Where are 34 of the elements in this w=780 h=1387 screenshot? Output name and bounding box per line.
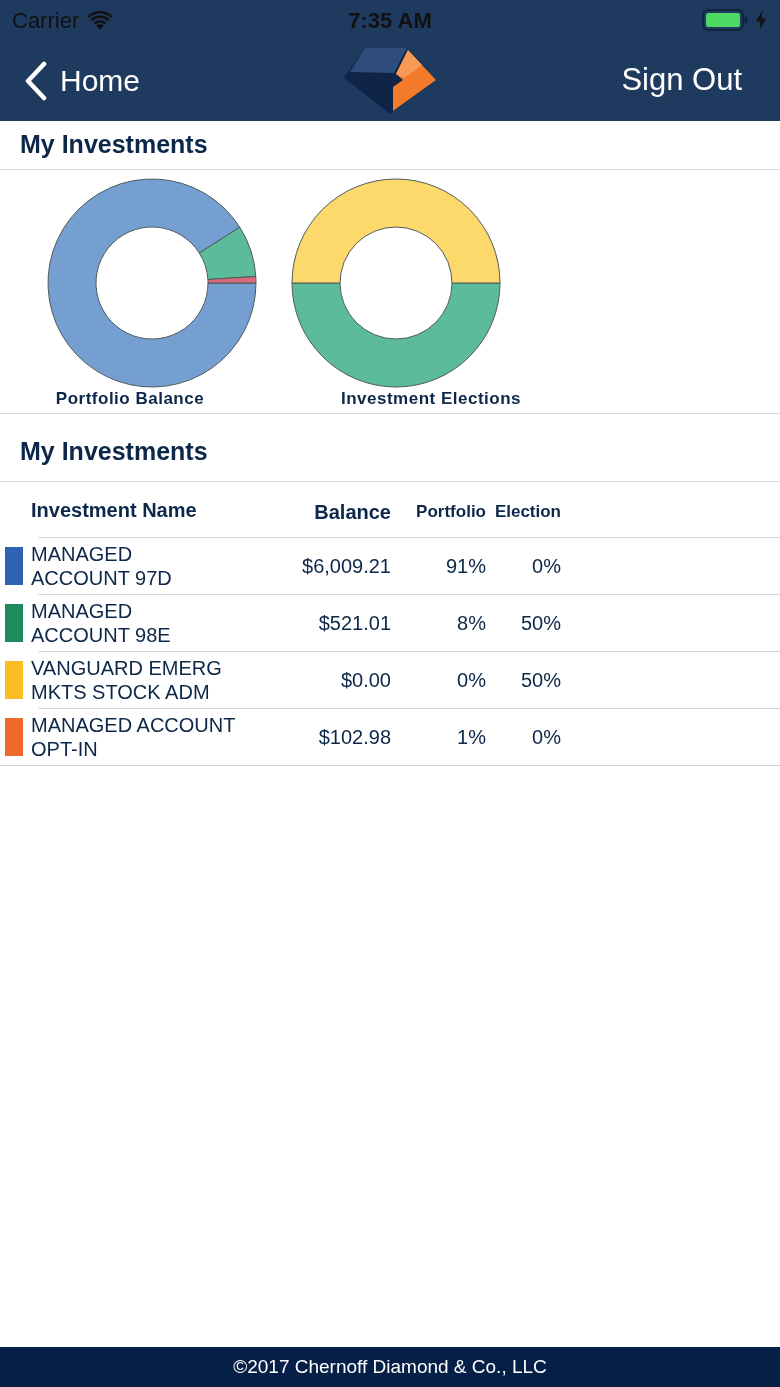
chart-title: Portfolio Balance xyxy=(54,389,206,409)
portfolio-cell-text: 0% xyxy=(456,668,486,693)
column-header: Election xyxy=(493,500,561,523)
chevron-left-icon xyxy=(24,60,48,101)
balance-cell-text: $6,009.21 xyxy=(301,554,391,579)
copyright-text: ©2017 Chernoff Diamond & Co., LLC xyxy=(233,1354,547,1379)
chart-title: Investment Elections xyxy=(339,389,523,409)
battery-icon xyxy=(702,9,748,31)
election-cell-text: 50% xyxy=(519,611,561,636)
election-cell-text: 0% xyxy=(531,725,561,750)
column-header: Investment Name xyxy=(31,497,198,523)
sign-out-button[interactable]: Sign Out xyxy=(621,64,742,95)
investment-name: MANAGED ACCOUNT OPT-IN xyxy=(31,713,237,761)
charging-bolt-icon xyxy=(756,10,766,30)
carrier-label: Carrier xyxy=(12,6,80,35)
status-time: 7:35 AM xyxy=(348,6,432,35)
back-button[interactable]: Home xyxy=(24,60,141,101)
election-cell-text: 50% xyxy=(519,668,561,693)
portfolio-cell-text: 91% xyxy=(444,554,486,579)
column-header: Balance xyxy=(313,499,391,525)
section-title: My Investments xyxy=(20,435,208,467)
portfolio-cell-text: 8% xyxy=(456,611,486,636)
cube-logo-icon xyxy=(344,46,436,115)
balance-cell-text: $521.01 xyxy=(317,611,391,636)
investment-name: VANGUARD EMERG MKTS STOCK ADM xyxy=(31,656,223,704)
section-title: My Investments xyxy=(20,129,208,161)
column-header: Portfolio xyxy=(415,500,486,523)
election-cell-text: 0% xyxy=(531,554,561,579)
portfolio-cell-text: 1% xyxy=(456,725,486,750)
investment-name: MANAGED ACCOUNT 97D xyxy=(31,542,173,590)
investment-name: MANAGED ACCOUNT 98E xyxy=(31,599,172,647)
wifi-icon xyxy=(87,10,114,30)
balance-cell-text: $102.98 xyxy=(317,725,391,750)
balance-cell-text: $0.00 xyxy=(339,668,391,693)
